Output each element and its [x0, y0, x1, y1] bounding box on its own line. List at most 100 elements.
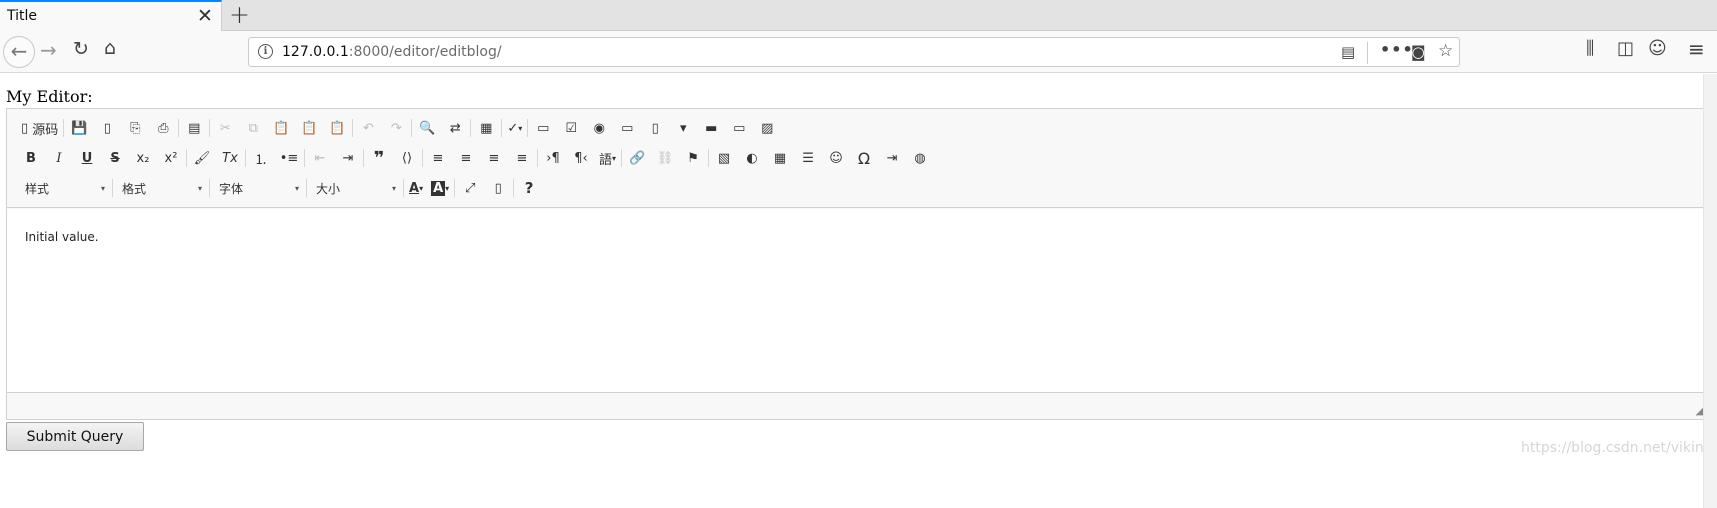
- image-button-icon[interactable]: ▭: [725, 116, 753, 140]
- maximize-icon[interactable]: ⤢: [456, 176, 484, 200]
- page-scrollbar[interactable]: [1703, 74, 1717, 508]
- toolbar-separator: [501, 119, 503, 137]
- remove-format-icon[interactable]: Tx: [216, 146, 244, 170]
- templates-icon[interactable]: ▤: [180, 116, 208, 140]
- styles-combo[interactable]: 样式 ▾: [17, 177, 111, 199]
- button-field-icon[interactable]: ▬: [697, 116, 725, 140]
- toolbar-separator: [304, 149, 305, 167]
- back-icon[interactable]: ←: [3, 36, 35, 68]
- italic-icon[interactable]: I: [45, 146, 73, 170]
- sidebar-icon[interactable]: ◫: [1617, 38, 1634, 59]
- chevron-down-icon: ▾: [391, 183, 396, 193]
- flash-icon[interactable]: ◐: [738, 146, 766, 170]
- paste-icon[interactable]: 📋: [267, 116, 295, 140]
- text-direction-rtl-icon[interactable]: ¶‹: [567, 146, 595, 170]
- special-char-icon[interactable]: Ω: [850, 146, 878, 170]
- hidden-field-icon[interactable]: ▨: [753, 116, 781, 140]
- blockquote-icon[interactable]: ❞: [365, 146, 393, 170]
- page-actions-icon[interactable]: •••: [1380, 40, 1414, 59]
- copy-icon[interactable]: ⧉: [239, 116, 267, 140]
- print-icon[interactable]: ⎙: [149, 116, 177, 140]
- tab-title-page[interactable]: Title ✕: [0, 0, 222, 31]
- bulleted-list-icon[interactable]: •≡: [275, 146, 303, 170]
- size-combo[interactable]: 大小 ▾: [308, 177, 402, 199]
- link-icon[interactable]: 🔗: [623, 146, 651, 170]
- submit-button[interactable]: Submit Query: [6, 422, 144, 451]
- save-icon[interactable]: 💾: [65, 116, 93, 140]
- outdent-icon[interactable]: ⇤: [306, 146, 334, 170]
- format-combo[interactable]: 格式 ▾: [114, 177, 208, 199]
- background-color-button[interactable]: A ▾: [427, 176, 453, 200]
- indent-icon[interactable]: ⇥: [334, 146, 362, 170]
- reader-view-icon[interactable]: ▤: [1341, 43, 1355, 61]
- form-icon[interactable]: ▭: [529, 116, 557, 140]
- image-icon[interactable]: ▧: [710, 146, 738, 170]
- bold-icon[interactable]: B: [17, 146, 45, 170]
- source-button[interactable]: ▯ 源码: [17, 116, 62, 140]
- strikethrough-icon[interactable]: S: [101, 146, 129, 170]
- find-icon[interactable]: 🔍: [413, 116, 441, 140]
- text-color-button[interactable]: A ▾: [405, 176, 427, 200]
- superscript-icon[interactable]: x²: [157, 146, 185, 170]
- align-center-icon[interactable]: ≡: [452, 146, 480, 170]
- subscript-icon[interactable]: x₂: [129, 146, 157, 170]
- select-field-icon[interactable]: ▾: [669, 116, 697, 140]
- checkbox-icon[interactable]: ☑: [557, 116, 585, 140]
- forward-icon[interactable]: →: [40, 38, 57, 62]
- bookmark-star-icon[interactable]: ☆: [1438, 41, 1453, 61]
- menu-icon[interactable]: ≡: [1688, 37, 1705, 61]
- horizontal-rule-icon[interactable]: ☰: [794, 146, 822, 170]
- copy-format-icon[interactable]: 🖌: [188, 146, 216, 170]
- paste-text-icon[interactable]: 📋: [295, 116, 323, 140]
- preview-icon[interactable]: ⎘: [121, 116, 149, 140]
- font-combo[interactable]: 字体 ▾: [211, 177, 305, 199]
- iframe-icon[interactable]: ◍: [906, 146, 934, 170]
- new-tab-icon[interactable]: +: [229, 0, 250, 29]
- spellcheck-button[interactable]: ✓ ▾: [503, 116, 526, 140]
- toolbar-separator: [363, 149, 364, 167]
- editor-status-bar: ◢: [7, 392, 1706, 419]
- textarea-icon[interactable]: ▯: [641, 116, 669, 140]
- url-text[interactable]: 127.0.0.1:8000/editor/editblog/: [282, 44, 502, 60]
- page-break-icon[interactable]: ⇥: [878, 146, 906, 170]
- align-left-icon[interactable]: ≡: [424, 146, 452, 170]
- site-info-icon[interactable]: i: [258, 44, 273, 59]
- chevron-down-icon: ▾: [445, 183, 450, 193]
- text-direction-ltr-icon[interactable]: ›¶: [539, 146, 567, 170]
- reload-icon[interactable]: ↻: [73, 38, 89, 60]
- new-page-icon[interactable]: ▯: [93, 116, 121, 140]
- about-icon[interactable]: ?: [515, 176, 543, 200]
- underline-icon[interactable]: U: [73, 146, 101, 170]
- watermark-text: https://blog.csdn.net/viking: [1521, 440, 1713, 456]
- numbered-list-icon[interactable]: ⒈: [247, 146, 275, 170]
- close-tab-icon[interactable]: ✕: [197, 5, 213, 27]
- paste-word-icon[interactable]: 📋: [323, 116, 351, 140]
- smiley-icon[interactable]: ☺: [822, 146, 850, 170]
- language-button[interactable]: 語 ▾: [595, 146, 620, 170]
- navigation-bar: ← → ↻ ⌂ i 127.0.0.1:8000/editor/editblog…: [0, 31, 1717, 73]
- editor-content-area[interactable]: Initial value.: [7, 209, 1706, 392]
- undo-icon[interactable]: ↶: [354, 116, 382, 140]
- font-combo-label: 字体: [219, 181, 244, 196]
- pocket-icon[interactable]: ◙: [1411, 43, 1426, 61]
- cut-icon[interactable]: ✂: [211, 116, 239, 140]
- home-icon[interactable]: ⌂: [104, 37, 116, 59]
- text-field-icon[interactable]: ▭: [613, 116, 641, 140]
- table-icon[interactable]: ▦: [766, 146, 794, 170]
- radio-icon[interactable]: ◉: [585, 116, 613, 140]
- account-icon[interactable]: ☺: [1648, 38, 1667, 59]
- replace-icon[interactable]: ⇄: [441, 116, 469, 140]
- editor-content-text[interactable]: Initial value.: [25, 230, 99, 244]
- rich-text-editor: ▯ 源码 💾 ▯ ⎘ ⎙ ▤ ✂ ⧉ 📋 📋 📋 ↶ ↷ 🔍 ⇄ ▦ ✓ ▾ ▭…: [6, 108, 1707, 420]
- language-icon: 語: [599, 152, 613, 168]
- anchor-icon[interactable]: ⚑: [679, 146, 707, 170]
- redo-icon[interactable]: ↷: [382, 116, 410, 140]
- justify-icon[interactable]: ≡: [508, 146, 536, 170]
- select-all-icon[interactable]: ▦: [472, 116, 500, 140]
- align-right-icon[interactable]: ≡: [480, 146, 508, 170]
- url-bar[interactable]: i 127.0.0.1:8000/editor/editblog/ ▤ ••• …: [248, 37, 1460, 67]
- library-icon[interactable]: ⫼: [1586, 38, 1594, 59]
- create-div-icon[interactable]: ⟨⟩: [393, 146, 421, 170]
- unlink-icon[interactable]: ⛓: [651, 146, 679, 170]
- show-blocks-icon[interactable]: ▯: [484, 176, 512, 200]
